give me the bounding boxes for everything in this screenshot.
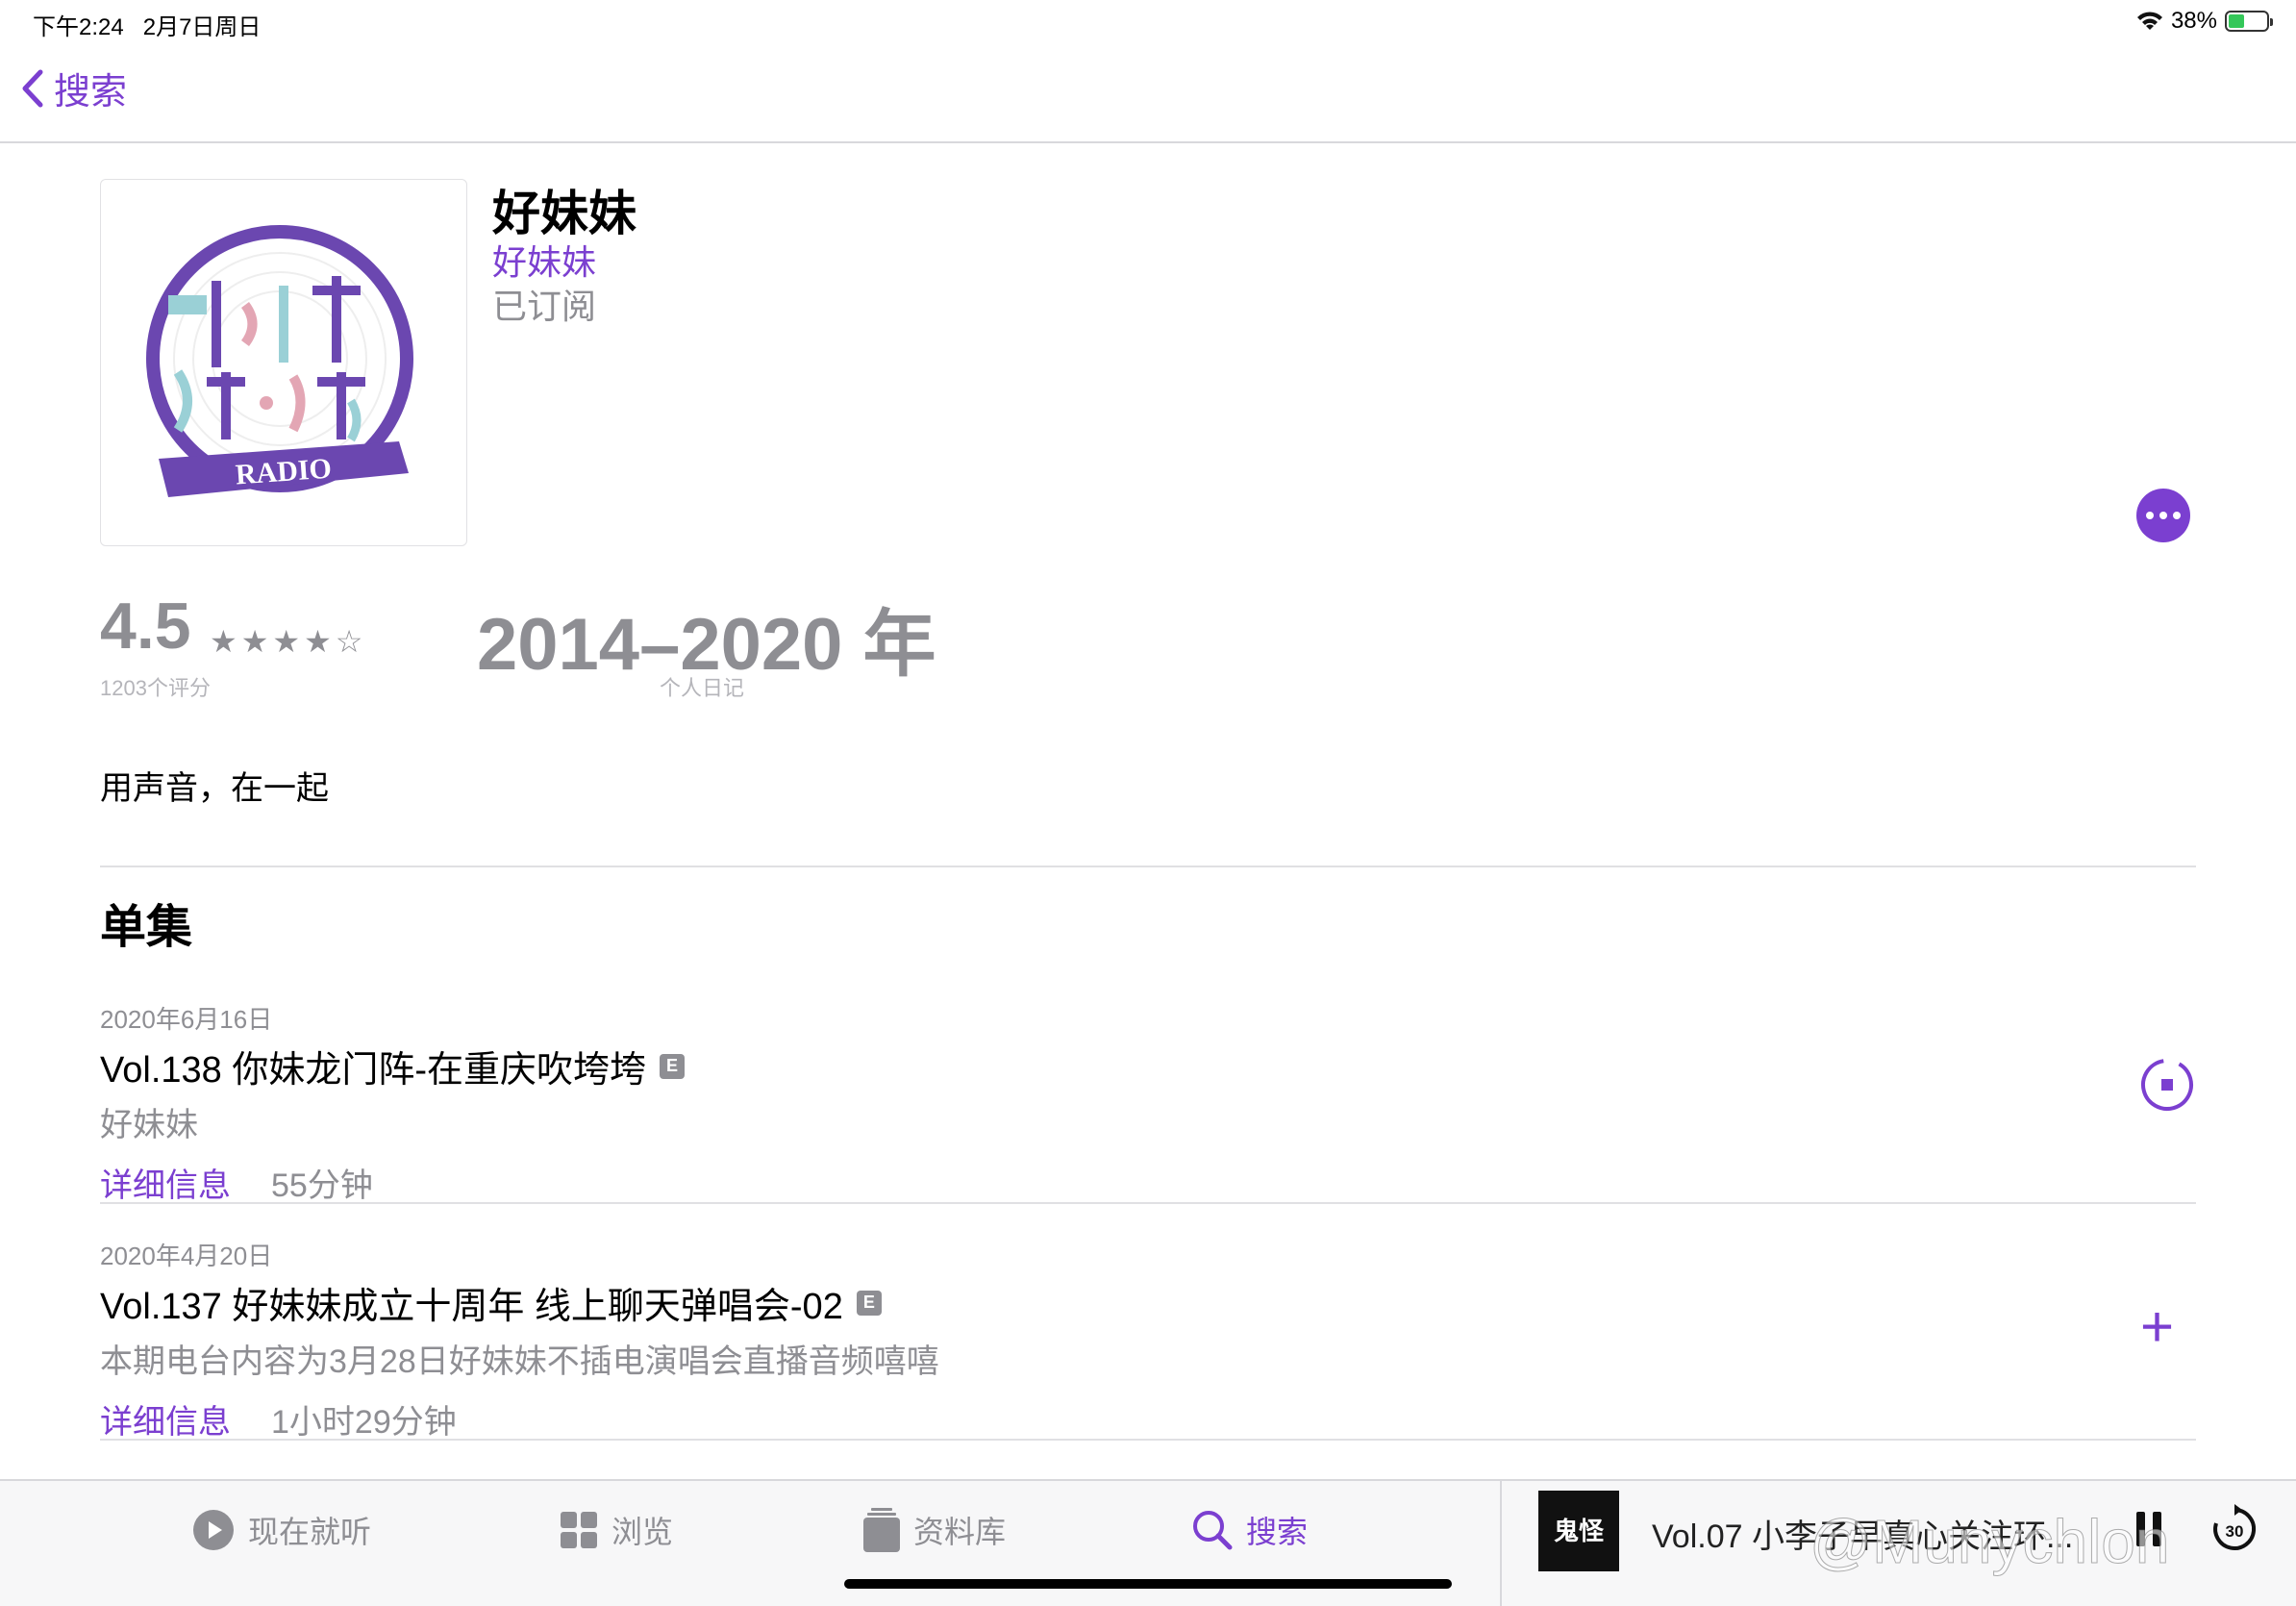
subscription-status: 已订阅 bbox=[492, 287, 597, 326]
episode-meta: 详细信息 1小时29分钟 bbox=[100, 1395, 2196, 1443]
tab-library[interactable]: 资料库 bbox=[863, 1508, 1006, 1552]
search-icon bbox=[1193, 1511, 1233, 1550]
download-progress-button[interactable] bbox=[2138, 1056, 2196, 1114]
grid-icon bbox=[561, 1512, 597, 1548]
now-playing-artwork[interactable]: 鬼怪 bbox=[1538, 1491, 1619, 1571]
episode-title-row: Vol.138 你妹龙门阵-在重庆吹垮垮 E bbox=[100, 1040, 2196, 1092]
tab-browse[interactable]: 浏览 bbox=[560, 1508, 673, 1552]
tab-label: 资料库 bbox=[913, 1515, 1007, 1549]
more-icon bbox=[2146, 512, 2154, 519]
download-stop-icon bbox=[2141, 1059, 2193, 1111]
skip-seconds: 30 bbox=[2226, 1522, 2244, 1541]
podcast-artwork: RADIO bbox=[100, 179, 467, 546]
explicit-badge: E bbox=[856, 1290, 882, 1316]
home-indicator bbox=[844, 1579, 1452, 1589]
explicit-badge: E bbox=[660, 1053, 685, 1079]
podcast-category: 个人日记 bbox=[660, 676, 745, 700]
chevron-left-icon bbox=[22, 69, 43, 107]
podcast-author-link[interactable]: 好妹妹 bbox=[492, 235, 596, 285]
episode-row[interactable]: 2020年6月16日 Vol.138 你妹龙门阵-在重庆吹垮垮 E 好妹妹 详细… bbox=[100, 1000, 2196, 1206]
episode-duration: 1小时29分钟 bbox=[271, 1404, 457, 1441]
rating-value: 4.5 bbox=[100, 590, 191, 663]
episode-divider bbox=[100, 1202, 2196, 1204]
episode-title: Vol.137 好妹妹成立十周年 线上聊天弹唱会-02 bbox=[100, 1287, 843, 1327]
back-label: 搜索 bbox=[54, 72, 128, 113]
episode-divider bbox=[100, 1439, 2196, 1441]
episode-row[interactable]: 2020年4月20日 Vol.137 好妹妹成立十周年 线上聊天弹唱会-02 E… bbox=[100, 1237, 2196, 1443]
nav-divider bbox=[0, 141, 2296, 143]
episode-details-link[interactable]: 详细信息 bbox=[100, 1159, 231, 1206]
skip-forward-30-icon: 30 bbox=[2213, 1504, 2257, 1550]
artwork-radio-text: RADIO bbox=[235, 453, 333, 491]
status-time: 下午2:24 bbox=[33, 14, 124, 40]
episode-date: 2020年4月20日 bbox=[100, 1242, 273, 1270]
play-circle-icon bbox=[193, 1510, 234, 1550]
episode-subtitle: 本期电台内容为3月28日好妹妹不插电演唱会直播音频嘻嘻 bbox=[100, 1343, 939, 1380]
tab-label: 浏览 bbox=[611, 1515, 674, 1549]
episode-duration: 55分钟 bbox=[271, 1167, 373, 1204]
status-date: 2月7日周日 bbox=[142, 14, 262, 40]
watermark: @Munychlon bbox=[1809, 1507, 2170, 1577]
status-bar-time: 下午2:24 2月7日周日 bbox=[33, 8, 261, 41]
tab-listen-now[interactable]: 现在就听 bbox=[192, 1508, 371, 1552]
episode-title-row: Vol.137 好妹妹成立十周年 线上聊天弹唱会-02 E bbox=[100, 1276, 2196, 1329]
tab-label: 搜索 bbox=[1246, 1515, 1309, 1549]
status-bar-right: 38% bbox=[2136, 8, 2273, 35]
wifi-icon bbox=[2136, 12, 2162, 30]
tab-bar-divider bbox=[1500, 1481, 1502, 1606]
battery-percent: 38% bbox=[2170, 8, 2217, 34]
section-divider bbox=[100, 866, 2196, 867]
episode-title: Vol.138 你妹龙门阵-在重庆吹垮垮 bbox=[100, 1050, 646, 1091]
rating-count: 1203个评分 bbox=[100, 676, 211, 700]
tab-search[interactable]: 搜索 bbox=[1192, 1508, 1308, 1552]
episode-date: 2020年6月16日 bbox=[100, 1005, 273, 1034]
back-button[interactable]: 搜索 bbox=[21, 62, 127, 114]
battery-icon bbox=[2225, 11, 2273, 32]
more-options-button[interactable] bbox=[2136, 489, 2190, 542]
episodes-section-title: 单集 bbox=[100, 902, 193, 953]
episode-subtitle: 好妹妹 bbox=[100, 1107, 198, 1143]
tab-label: 现在就听 bbox=[248, 1515, 372, 1549]
episode-meta: 详细信息 55分钟 bbox=[100, 1159, 2196, 1206]
episode-details-link[interactable]: 详细信息 bbox=[100, 1395, 231, 1443]
rating-stars-icon: ★★★★☆ bbox=[210, 624, 367, 659]
podcast-description: 用声音，在一起 bbox=[100, 770, 329, 807]
artwork-logo: RADIO bbox=[146, 225, 413, 497]
library-icon bbox=[863, 1508, 900, 1552]
add-episode-button[interactable]: + bbox=[2140, 1298, 2174, 1356]
skip-forward-button[interactable]: 30 bbox=[2208, 1502, 2261, 1556]
